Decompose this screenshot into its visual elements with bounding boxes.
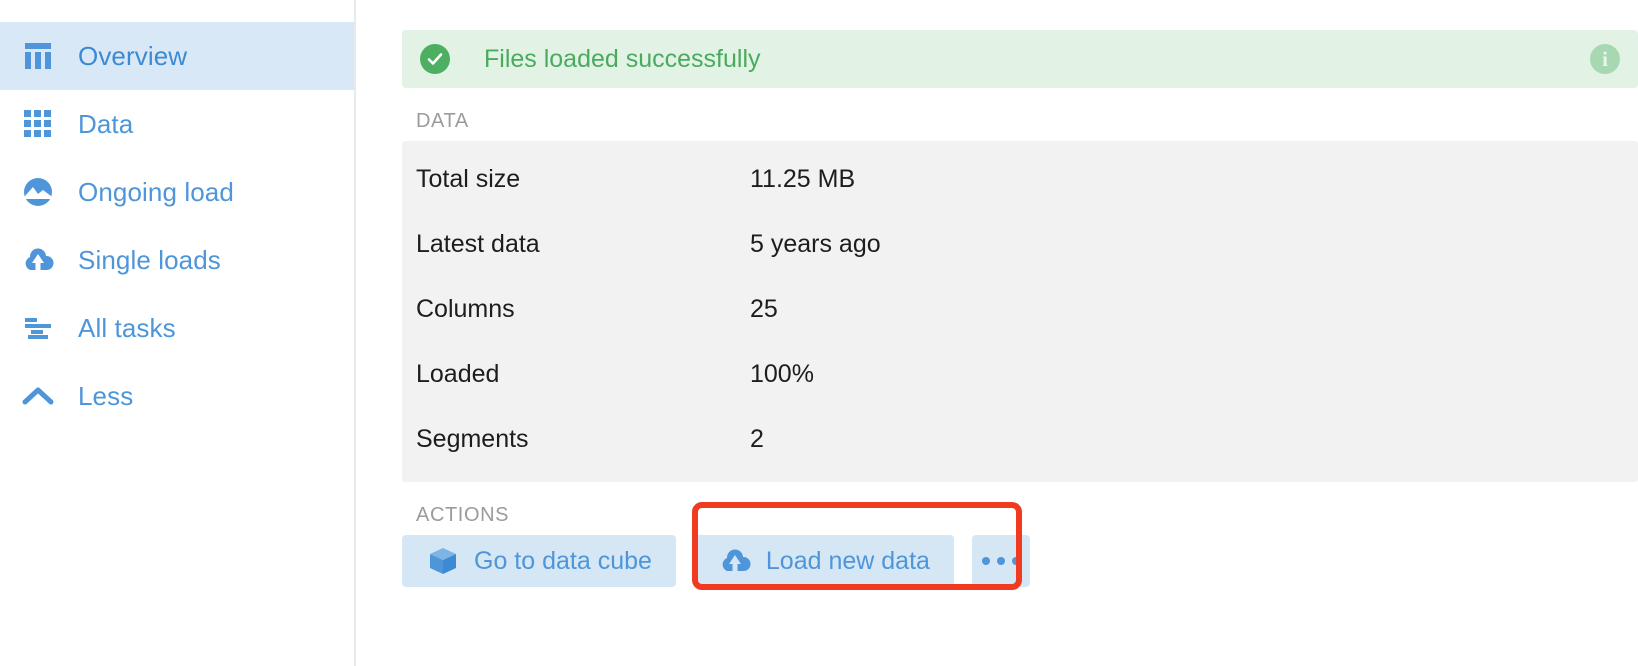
check-circle-icon (420, 44, 450, 74)
table-row: Total size 11.25 MB (402, 147, 1638, 212)
cloud-upload-icon (718, 545, 752, 577)
table-row: Columns 25 (402, 277, 1638, 342)
data-row-key: Total size (416, 165, 521, 193)
sidebar-item-label: Single loads (78, 244, 221, 275)
sidebar-item-label: Less (78, 380, 134, 411)
data-row-value: 5 years ago (750, 230, 881, 258)
cube-icon (426, 545, 460, 577)
go-to-data-cube-button[interactable]: Go to data cube (402, 535, 676, 587)
data-panel: Total size 11.25 MB Latest data 5 years … (402, 141, 1638, 482)
chevron-up-icon (16, 376, 60, 416)
button-label: Go to data cube (474, 546, 652, 575)
sidebar-item-single-loads[interactable]: Single loads (0, 226, 354, 294)
table-row: Segments 2 (402, 407, 1638, 472)
status-banner: Files loaded successfully i (402, 30, 1638, 88)
task-list-icon (16, 308, 60, 348)
info-circle-icon[interactable]: i (1590, 44, 1620, 74)
data-row-key: Latest data (416, 230, 540, 258)
ellipsis-dot (996, 557, 1005, 565)
actions-row: Go to data cube Load new data (402, 535, 1638, 587)
sidebar-item-label: Overview (78, 40, 188, 71)
sidebar-item-data[interactable]: Data (0, 90, 354, 158)
table-row: Latest data 5 years ago (402, 212, 1638, 277)
sidebar-item-label: Data (78, 108, 134, 139)
actions-section-label: ACTIONS (416, 504, 510, 526)
sidebar-item-ongoing-load[interactable]: Ongoing load (0, 158, 354, 226)
status-banner-message: Files loaded successfully (484, 44, 761, 73)
grid-icon (16, 104, 60, 144)
table-row: Loaded 100% (402, 342, 1638, 407)
sidebar-item-less[interactable]: Less (0, 362, 354, 430)
activity-circle-icon (16, 172, 60, 212)
sidebar-item-label: All tasks (78, 312, 176, 343)
cloud-upload-icon (16, 240, 60, 280)
data-row-key: Columns (416, 295, 515, 323)
load-new-data-button[interactable]: Load new data (693, 535, 954, 587)
data-row-key: Loaded (416, 360, 500, 388)
sidebar-item-label: Ongoing load (78, 176, 234, 207)
data-row-key: Segments (416, 425, 529, 453)
data-row-value: 100% (750, 360, 814, 388)
sidebar-item-all-tasks[interactable]: All tasks (0, 294, 354, 362)
data-section-label: DATA (416, 110, 469, 132)
button-label: Load new data (765, 546, 930, 575)
ellipsis-icon (981, 557, 1020, 565)
more-actions-button[interactable] (971, 535, 1030, 587)
main-content: Files loaded successfully i DATA Total s… (356, 0, 1638, 666)
ellipsis-dot (981, 557, 990, 565)
table-columns-icon (16, 36, 60, 76)
data-row-value: 2 (750, 425, 764, 453)
sidebar: Overview Data Ongoing load Single loads … (0, 0, 356, 666)
data-row-value: 11.25 MB (750, 165, 856, 193)
data-row-value: 25 (750, 295, 778, 323)
app-root: Overview Data Ongoing load Single loads … (0, 0, 1638, 666)
sidebar-item-overview[interactable]: Overview (0, 22, 354, 90)
ellipsis-dot (1011, 557, 1020, 565)
